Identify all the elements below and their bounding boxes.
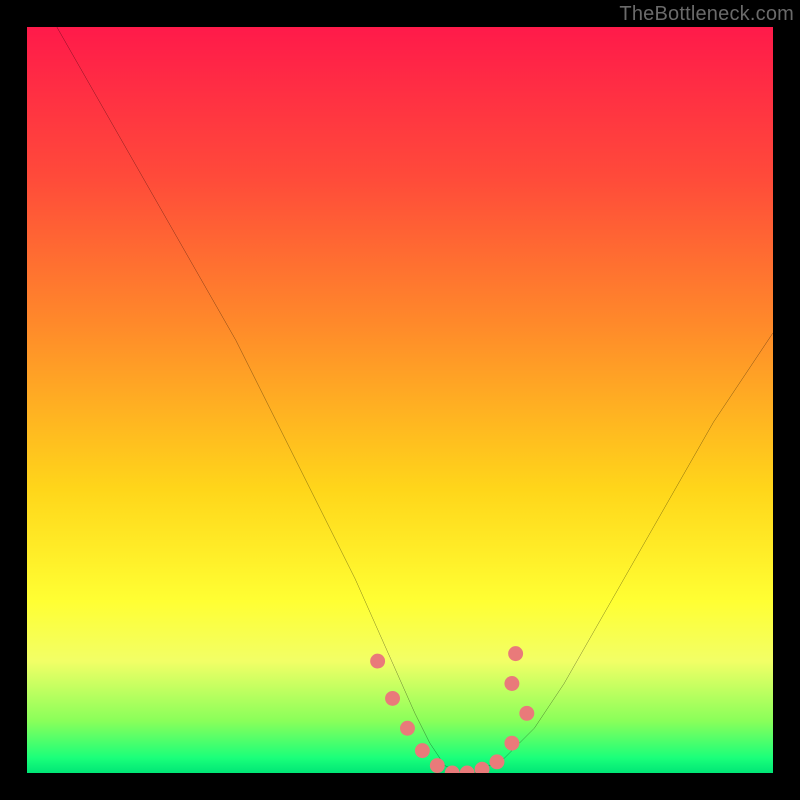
marker-point bbox=[415, 743, 430, 758]
marker-point bbox=[508, 646, 523, 661]
marker-point bbox=[504, 736, 519, 751]
highlight-markers bbox=[370, 646, 534, 773]
marker-point bbox=[370, 654, 385, 669]
chart-frame: TheBottleneck.com bbox=[0, 0, 800, 800]
marker-point bbox=[385, 691, 400, 706]
chart-svg bbox=[27, 27, 773, 773]
marker-point bbox=[460, 766, 475, 773]
marker-point bbox=[519, 706, 534, 721]
bottleneck-curve bbox=[27, 27, 773, 773]
marker-point bbox=[475, 762, 490, 773]
marker-point bbox=[430, 758, 445, 773]
marker-point bbox=[504, 676, 519, 691]
watermark-label: TheBottleneck.com bbox=[619, 3, 794, 26]
plot-area bbox=[27, 27, 773, 773]
marker-point bbox=[490, 754, 505, 769]
marker-point bbox=[400, 721, 415, 736]
